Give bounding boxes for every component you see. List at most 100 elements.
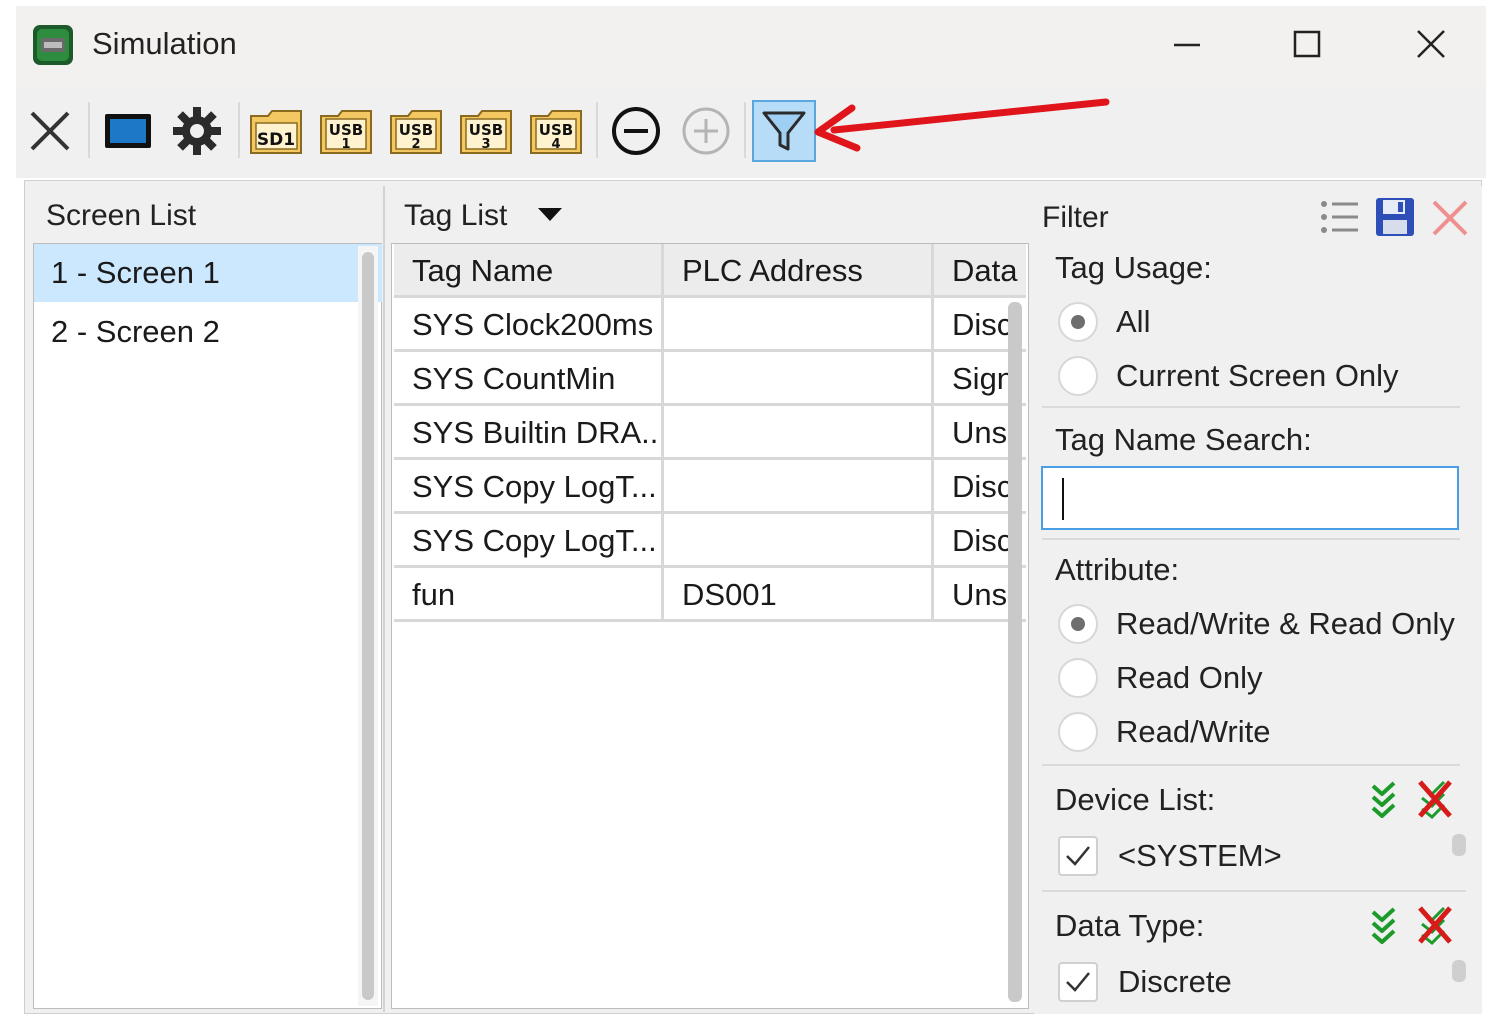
radio-all-label[interactable]: All (1116, 302, 1150, 342)
check-all-devices-icon[interactable] (1366, 780, 1402, 820)
add-button[interactable] (676, 100, 736, 162)
device-system-checkbox[interactable] (1058, 836, 1098, 876)
data-type-cell: Unsigned (952, 415, 1008, 450)
device-system-label[interactable]: <SYSTEM> (1118, 836, 1282, 876)
uncheck-all-devices-icon[interactable] (1414, 778, 1456, 820)
display-button[interactable] (100, 100, 156, 162)
text-cursor (1062, 478, 1064, 520)
checkmark-icon (1066, 972, 1090, 992)
plc-address-cell (664, 298, 931, 352)
filter-divider (1042, 890, 1466, 892)
radio-read-write-label[interactable]: Read/Write (1116, 712, 1271, 752)
column-header-tag-name[interactable]: Tag Name (394, 244, 661, 298)
grid-line (931, 244, 934, 620)
app-icon (33, 25, 73, 65)
save-icon[interactable] (1374, 196, 1416, 238)
uncheck-all-data-types-icon[interactable] (1414, 904, 1456, 946)
checkmark-icon (1066, 846, 1090, 866)
maximize-icon (1293, 30, 1321, 58)
screen-list-item-1[interactable]: 1 - Screen 1 (34, 244, 382, 302)
close-window-button[interactable] (1396, 18, 1466, 70)
filter-divider (1042, 406, 1460, 408)
usb3-button[interactable]: USB 3 (456, 100, 516, 162)
dropdown-caret-icon[interactable] (536, 204, 564, 224)
device-list-scrollbar[interactable] (1452, 834, 1466, 856)
data-type-cell: Unsigned (952, 577, 1008, 612)
minimize-icon (1174, 43, 1200, 47)
data-type-cell: Discrete (952, 469, 1008, 504)
add-icon (682, 107, 730, 155)
usb1-number: 1 (341, 137, 350, 152)
attribute-label: Attribute: (1055, 552, 1180, 587)
device-list-label: Device List: (1055, 782, 1216, 817)
tag-usage-label: Tag Usage: (1055, 250, 1212, 285)
sd-card-button[interactable]: SD1 (246, 100, 306, 162)
radio-current-screen-only-label[interactable]: Current Screen Only (1116, 356, 1399, 396)
remove-button[interactable] (606, 100, 666, 162)
usb3-icon: USB 3 (460, 110, 512, 154)
column-header-plc-address[interactable]: PLC Address (664, 244, 931, 298)
data-type-cell: Discrete (952, 523, 1008, 558)
usb1-button[interactable]: USB 1 (316, 100, 376, 162)
grid-line (394, 457, 1026, 460)
filter-divider (1042, 538, 1460, 540)
close-filter-icon[interactable] (1430, 198, 1470, 238)
toolbar (16, 86, 1486, 178)
plc-address-cell (664, 406, 931, 460)
window-title: Simulation (92, 26, 237, 61)
toolbar-separator (596, 102, 598, 158)
usb2-icon: USB 2 (390, 110, 442, 154)
usb1-icon: USB 1 (320, 110, 372, 154)
radio-all[interactable] (1058, 302, 1098, 342)
filter-icon (762, 111, 806, 151)
close-project-icon (30, 111, 70, 151)
grid-line (394, 511, 1026, 514)
maximize-button[interactable] (1272, 18, 1342, 70)
screen-list-item-2[interactable]: 2 - Screen 2 (34, 303, 382, 361)
tag-name-cell: SYS Builtin DRA... (412, 415, 661, 450)
plc-address-cell (664, 352, 931, 406)
data-type-discrete-label[interactable]: Discrete (1118, 962, 1232, 1002)
tag-list-title: Tag List (404, 199, 508, 232)
tag-name-cell: SYS Copy LogT... (412, 523, 657, 558)
display-icon (105, 114, 151, 148)
minimize-button[interactable] (1152, 18, 1222, 70)
usb4-number: 4 (551, 137, 560, 152)
radio-read-write[interactable] (1058, 712, 1098, 752)
usb4-button[interactable]: USB 4 (526, 100, 586, 162)
close-icon (1417, 30, 1445, 58)
tag-name-search-label: Tag Name Search: (1055, 422, 1312, 457)
tag-name-search-input[interactable] (1041, 466, 1459, 530)
annotation-arrow (814, 98, 1110, 152)
settings-gear-icon (173, 107, 221, 155)
radio-read-write-and-read-only[interactable] (1058, 604, 1098, 644)
plc-address-cell (664, 514, 931, 568)
filter-title: Filter (1042, 201, 1109, 234)
usb4-icon: USB 4 (530, 110, 582, 154)
close-project-button[interactable] (24, 100, 76, 162)
grid-line (394, 565, 1026, 568)
screen-list-scroll-thumb[interactable] (362, 252, 374, 1000)
grid-line (394, 295, 1026, 298)
tag-table-scrollbar[interactable] (1008, 302, 1022, 1002)
tag-name-cell: SYS Copy LogT... (412, 469, 657, 504)
settings-button[interactable] (166, 100, 228, 162)
column-header-data-type[interactable]: Data Type (934, 244, 1026, 298)
radio-current-screen-only[interactable] (1058, 356, 1098, 396)
grid-line (394, 403, 1026, 406)
filter-button[interactable] (752, 100, 816, 162)
plc-address-cell: DS001 (682, 577, 777, 612)
radio-read-write-and-read-only-label[interactable]: Read/Write & Read Only (1116, 604, 1455, 644)
remove-icon (612, 107, 660, 155)
data-type-cell: Signed (952, 361, 1008, 396)
tag-name-cell: SYS Clock200ms (412, 307, 654, 342)
radio-read-only[interactable] (1058, 658, 1098, 698)
check-all-data-types-icon[interactable] (1366, 906, 1402, 946)
splitter[interactable] (383, 186, 385, 1012)
radio-read-only-label[interactable]: Read Only (1116, 658, 1262, 698)
list-options-icon[interactable] (1318, 196, 1360, 238)
data-type-discrete-checkbox[interactable] (1058, 962, 1098, 1002)
data-type-list-scrollbar[interactable] (1452, 960, 1466, 982)
usb2-button[interactable]: USB 2 (386, 100, 446, 162)
grid-line (661, 244, 664, 620)
